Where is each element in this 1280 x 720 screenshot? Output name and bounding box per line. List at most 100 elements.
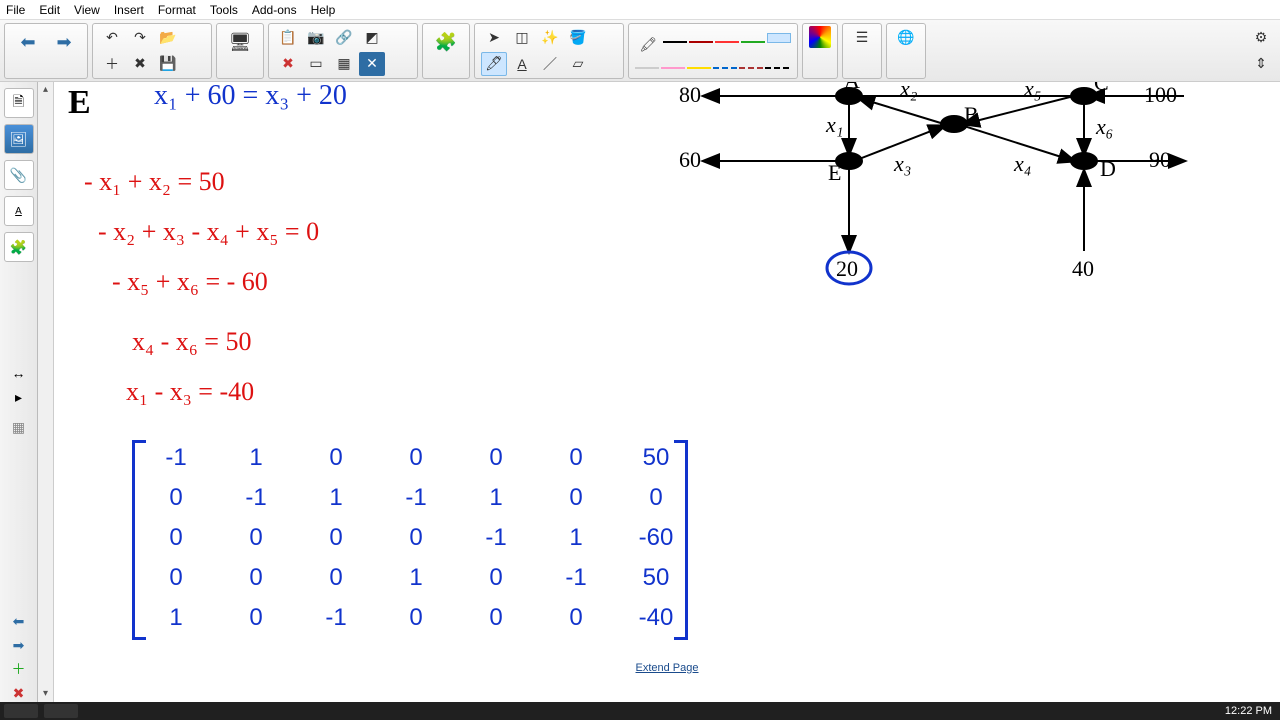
text-button[interactable]: A <box>509 52 535 76</box>
move-toolbar-button[interactable]: ⇕ <box>1248 52 1274 76</box>
pointer-button[interactable]: ➤ <box>481 26 507 50</box>
pens-button[interactable]: 🖊 <box>481 52 507 76</box>
puzzle-button[interactable]: 🧩 <box>429 26 463 60</box>
matrix-row-4: 00010-150 <box>154 564 678 592</box>
network-diagram: 80 100 60 90 20 40 x₁ x₂ x₃ x₄ x₅ x₆ A B… <box>644 82 1204 376</box>
node-label-e: E <box>68 84 91 122</box>
paste-button[interactable]: 📋 <box>275 26 301 50</box>
insert-group: 📋 📷 🔗 ◩ ✖ ▭ ▦ ✕ <box>268 23 418 79</box>
menu-bar: File Edit View Insert Format Tools Add-o… <box>0 0 1280 20</box>
matrix-row-2: 0-11-1100 <box>154 484 678 512</box>
page-fwd-button[interactable]: ➡ <box>8 636 30 654</box>
var-x5: x₅ <box>1023 82 1041 101</box>
redo-button[interactable]: ↷ <box>127 26 153 50</box>
flow-80: 80 <box>679 82 701 107</box>
screen-group: 🖥 <box>216 23 264 79</box>
matrix-row-5: 10-1000-40 <box>154 604 678 632</box>
prev-page-button[interactable]: ⬅ <box>11 26 45 60</box>
screen-shade-button[interactable]: ▭ <box>303 52 329 76</box>
windows-taskbar: 12:22 PM <box>0 702 1280 720</box>
side-toolbar: 🗎 🖼 📎 A 🧩 ↔ ▸ ▦ ⬅ ➡ ＋ ✖ <box>0 82 38 702</box>
pen-darkred[interactable] <box>689 33 713 43</box>
pen-dash-blue[interactable] <box>713 59 737 69</box>
menu-addons[interactable]: Add-ons <box>252 3 297 17</box>
collapse-icon[interactable]: ↔ <box>8 364 30 382</box>
eq-5: x₁ - x₃ = -40 <box>126 377 254 407</box>
screen-capture-button[interactable]: 🖥 <box>223 26 257 60</box>
menu-file[interactable]: File <box>6 3 25 17</box>
node-a: A <box>844 82 860 93</box>
pen-red[interactable] <box>715 33 739 43</box>
page-sorter-button[interactable]: 🗎 <box>4 88 34 118</box>
next-page-button[interactable]: ➡ <box>47 26 81 60</box>
menu-tools[interactable]: Tools <box>210 3 238 17</box>
start-button[interactable] <box>4 704 38 718</box>
pen-yellow[interactable] <box>687 59 711 69</box>
pen-dash-black[interactable] <box>765 59 789 69</box>
undo-button[interactable]: ↶ <box>99 26 125 50</box>
globe-button[interactable]: 🌐 <box>893 26 919 50</box>
gear-button[interactable]: ⚙ <box>1248 26 1274 50</box>
line-button[interactable]: ／ <box>537 52 563 76</box>
toolbar-options: ⚙ ⇕ <box>1246 24 1276 78</box>
menu-view[interactable]: View <box>74 3 100 17</box>
menu-help[interactable]: Help <box>311 3 336 17</box>
properties-button[interactable]: A <box>4 196 34 226</box>
eraser-button[interactable]: ▱ <box>565 52 591 76</box>
color-picker-button[interactable] <box>809 26 831 48</box>
table-button[interactable]: ▦ <box>331 52 357 76</box>
var-x4: x₄ <box>1013 151 1031 176</box>
magic-pen-button[interactable]: ✨ <box>537 26 563 50</box>
node-e-diagram: E <box>828 160 841 185</box>
node-d: D <box>1100 156 1116 181</box>
search-button[interactable] <box>44 704 78 718</box>
eq-2: - x₂ + x₃ - x₄ + x₅ = 0 <box>98 217 319 247</box>
addons-tab-button[interactable]: 🧩 <box>4 232 34 262</box>
shapes-button[interactable]: ◩ <box>359 26 385 50</box>
fill-button[interactable]: 🪣 <box>565 26 591 50</box>
gallery-button[interactable]: 🖼 <box>4 124 34 154</box>
pen-green[interactable] <box>741 33 765 43</box>
highlighter-icon[interactable]: 🖍 <box>635 33 661 57</box>
pen-blue-selected[interactable] <box>767 33 791 43</box>
pen-black[interactable] <box>663 33 687 43</box>
line-props-button[interactable]: ☰ <box>849 26 875 50</box>
file-group: ↶ ↷ 📂 ＋ ✖ 💾 <box>92 23 212 79</box>
addon-group: 🧩 <box>422 23 470 79</box>
pen-pink[interactable] <box>661 59 685 69</box>
link-button[interactable]: 🔗 <box>331 26 357 50</box>
close-tool-button[interactable]: ✕ <box>359 52 385 76</box>
var-x3: x₃ <box>893 151 911 176</box>
var-x2: x₂ <box>899 82 918 101</box>
del-red-button[interactable]: ✖ <box>8 684 30 702</box>
grid-icon: ▦ <box>4 412 34 442</box>
new-page-button[interactable]: ＋ <box>99 52 125 76</box>
delete-button[interactable]: ✖ <box>275 52 301 76</box>
scroll-down-icon[interactable]: ▾ <box>38 686 53 702</box>
web-group: 🌐 <box>886 23 926 79</box>
attachments-button[interactable]: 📎 <box>4 160 34 190</box>
save-button[interactable]: 💾 <box>155 52 181 76</box>
page-back-button[interactable]: ⬅ <box>8 612 30 630</box>
pen-dash-red[interactable] <box>739 59 763 69</box>
scroll-up-icon[interactable]: ▴ <box>38 82 53 98</box>
node-b: B <box>964 102 979 127</box>
vertical-scrollbar[interactable]: ▴ ▾ <box>38 82 54 702</box>
menu-edit[interactable]: Edit <box>39 3 60 17</box>
extend-page-link[interactable]: Extend Page <box>636 662 699 674</box>
camera-button[interactable]: 📷 <box>303 26 329 50</box>
delete-page-button[interactable]: ✖ <box>127 52 153 76</box>
whiteboard-canvas[interactable]: E x₁ + 60 = x₃ + 20 - x₁ + x₂ = 50 - x₂ … <box>54 82 1280 702</box>
flow-90: 90 <box>1149 147 1171 172</box>
menu-insert[interactable]: Insert <box>114 3 144 17</box>
eq-1: - x₁ + x₂ = 50 <box>84 167 225 197</box>
expand-icon[interactable]: ▸ <box>8 388 30 406</box>
select-button[interactable]: ◫ <box>509 26 535 50</box>
flow-100: 100 <box>1144 82 1177 107</box>
menu-format[interactable]: Format <box>158 3 196 17</box>
pen-gray[interactable] <box>635 59 659 69</box>
open-button[interactable]: 📂 <box>155 26 181 50</box>
add-green-button[interactable]: ＋ <box>8 660 30 678</box>
system-clock: 12:22 PM <box>1225 705 1272 717</box>
var-x1: x₁ <box>825 112 843 137</box>
